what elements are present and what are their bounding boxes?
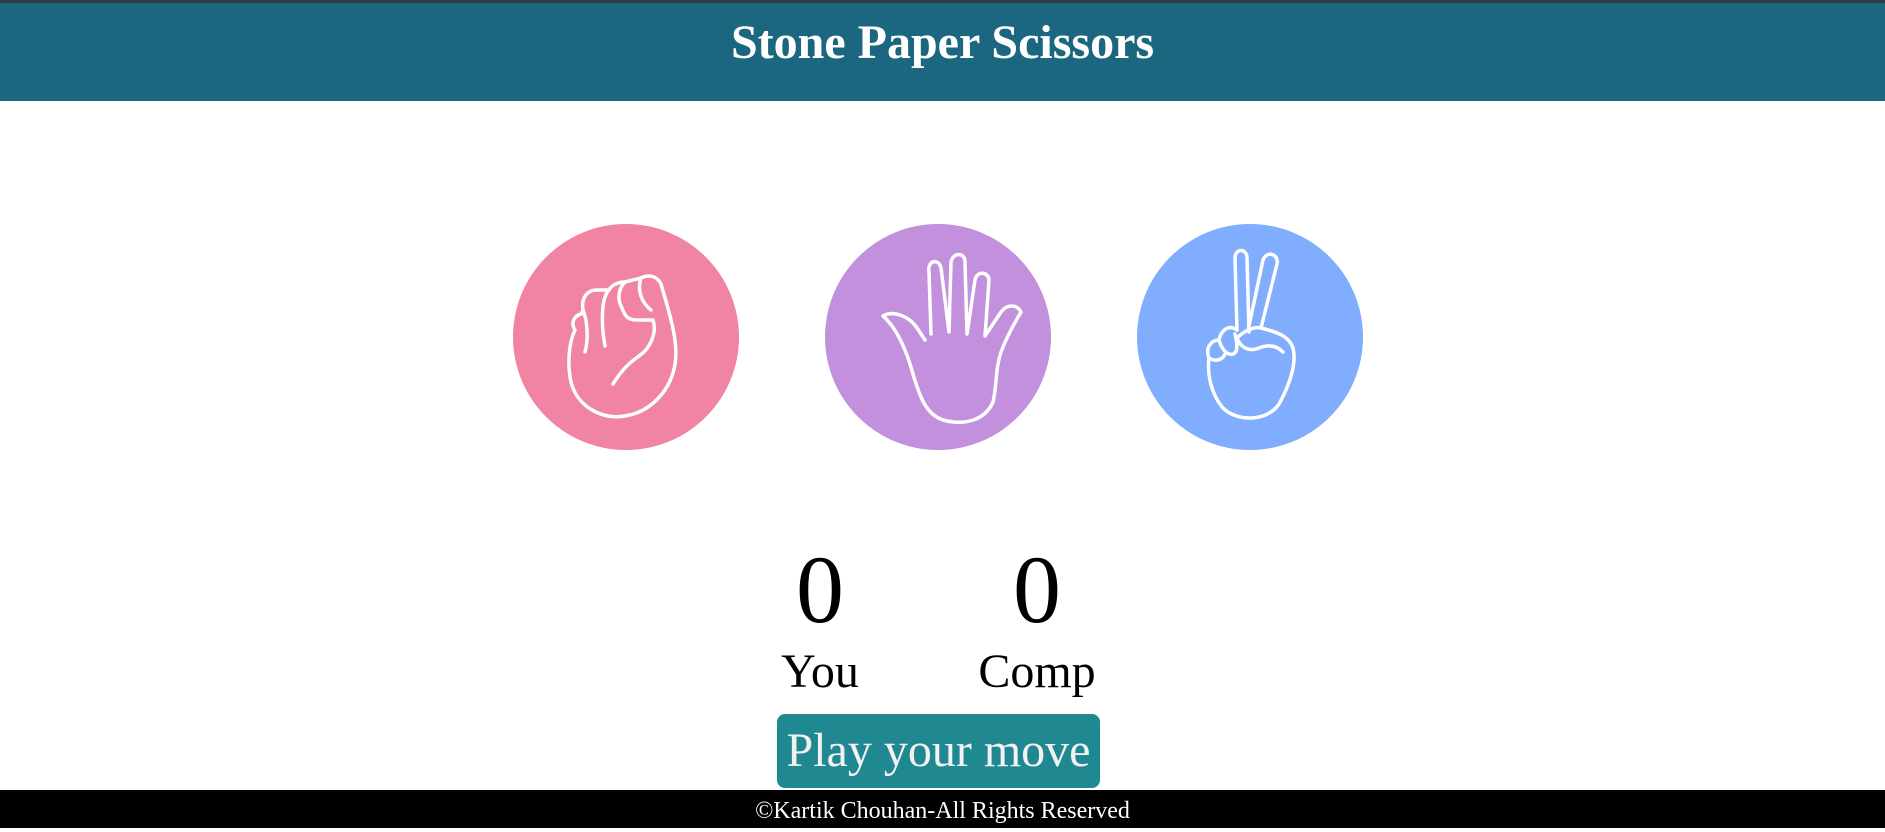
fist-icon: [567, 274, 678, 419]
user-score: 0: [796, 536, 844, 643]
play-move-message[interactable]: Play your move: [777, 714, 1100, 788]
header-bar: Stone Paper Scissors: [0, 0, 1885, 101]
paper-choice-button[interactable]: [825, 224, 1051, 450]
user-score-label: You: [781, 645, 859, 698]
footer: ©Kartik Chouhan-All Rights Reserved: [0, 790, 1885, 828]
copyright-text: ©Kartik Chouhan-All Rights Reserved: [755, 798, 1130, 824]
comp-score-label: Comp: [978, 645, 1096, 698]
page-title: Stone Paper Scissors: [730, 16, 1155, 69]
stone-choice-button[interactable]: [513, 224, 739, 450]
peace-hand-icon: [1206, 248, 1296, 420]
scissors-choice-button[interactable]: [1137, 224, 1363, 450]
open-hand-icon: [881, 252, 1023, 424]
comp-score: 0: [1013, 536, 1061, 643]
